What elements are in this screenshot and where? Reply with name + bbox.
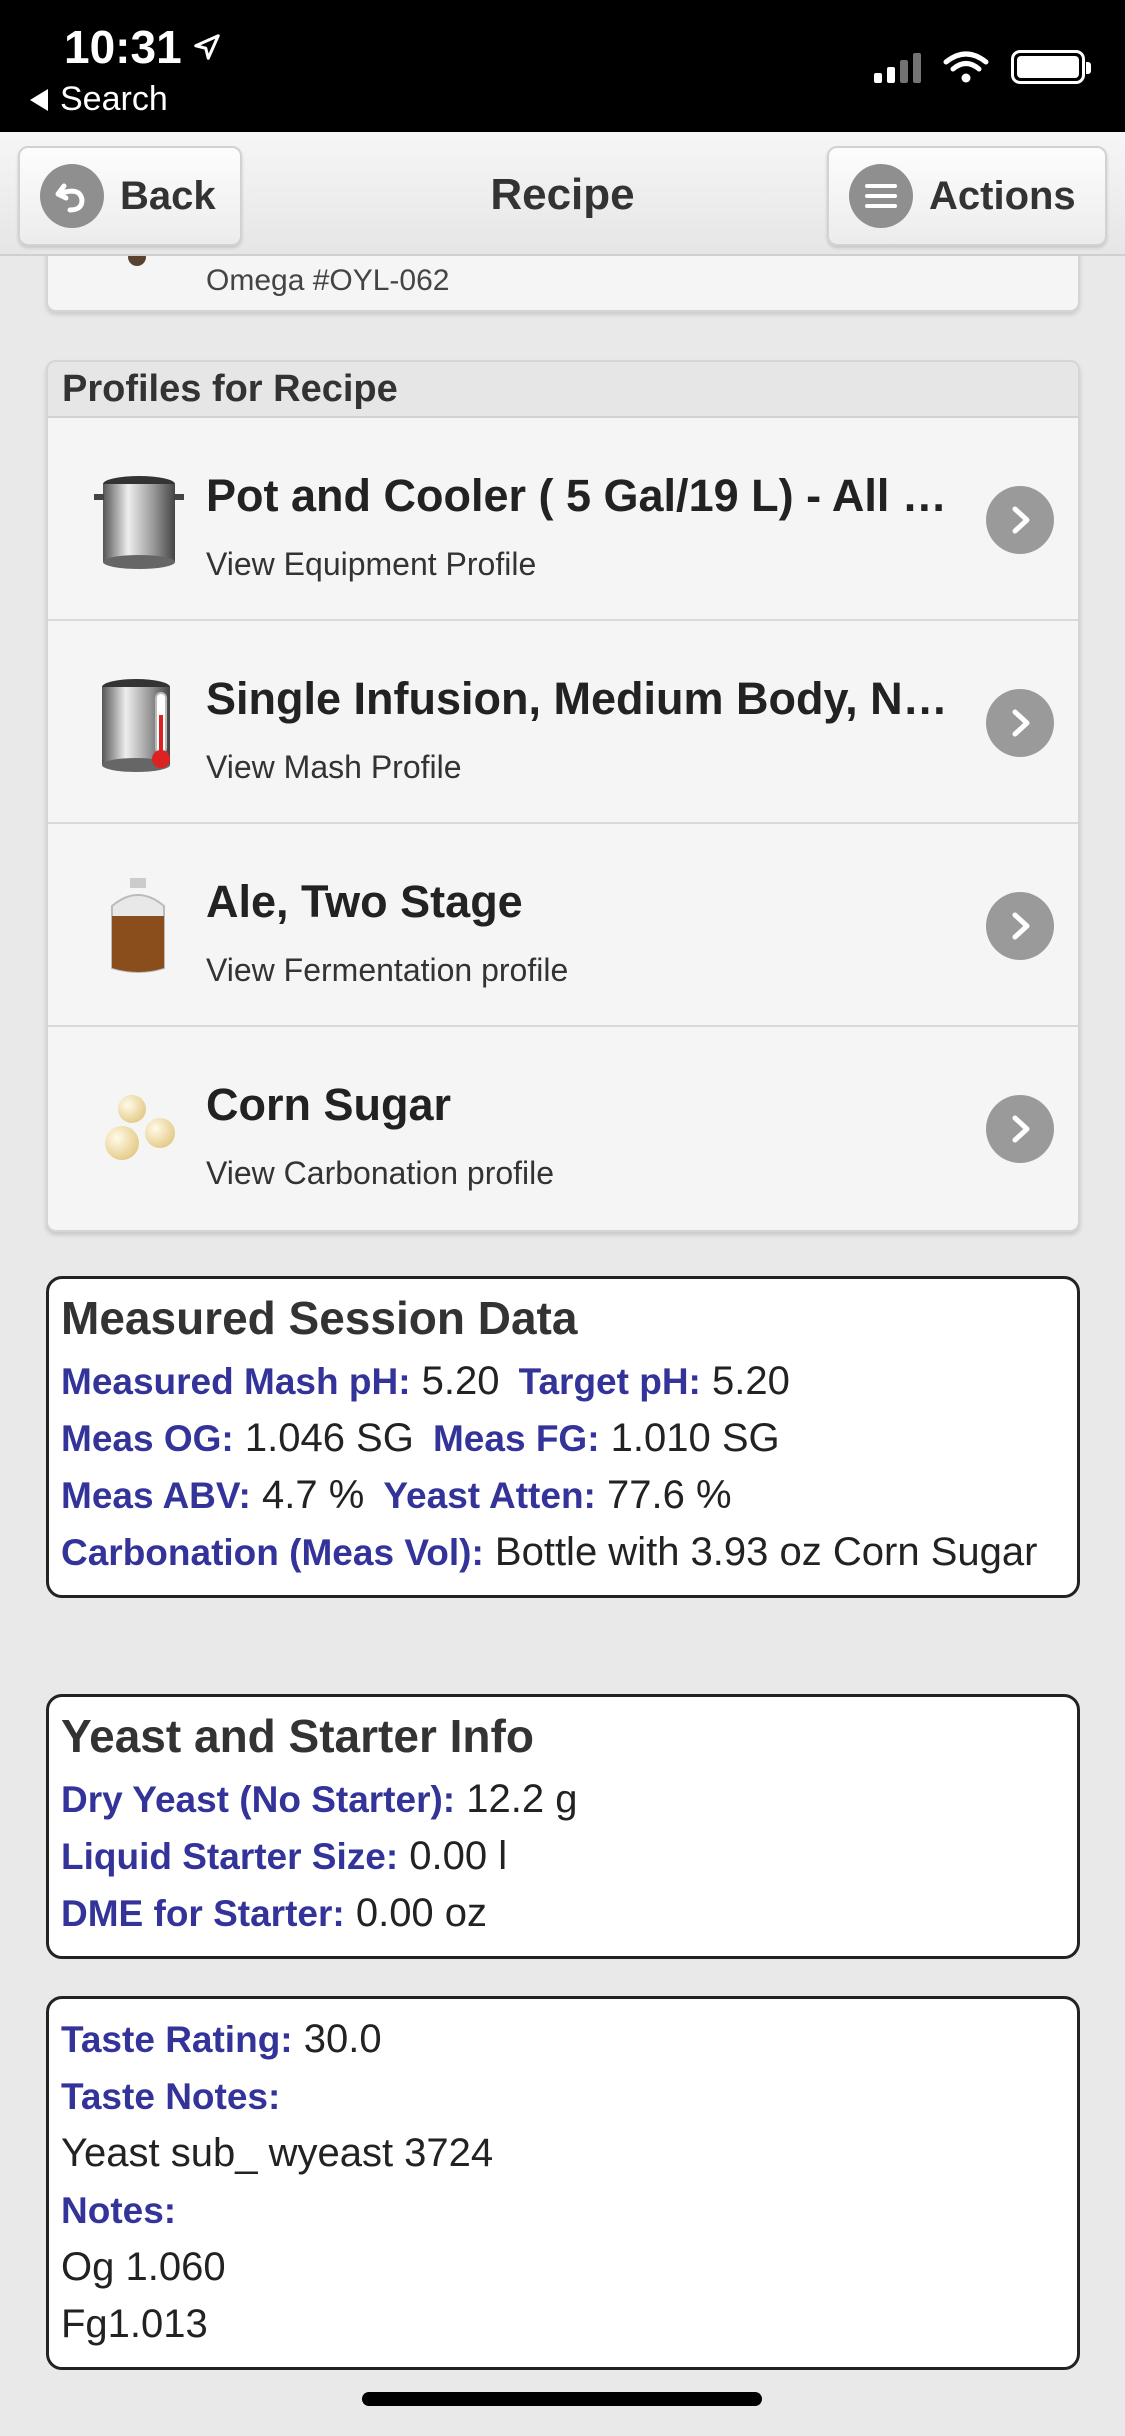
fermenter-icon bbox=[111, 878, 165, 973]
back-to-search[interactable]: Search bbox=[30, 80, 168, 119]
chevron-right-icon bbox=[986, 1095, 1054, 1163]
taste-notes-label-line: Taste Notes: bbox=[61, 2068, 1065, 2125]
profile-title: Corn Sugar bbox=[206, 1079, 452, 1130]
dry-yeast-value: 12.2 g bbox=[466, 1777, 578, 1821]
abv-line: Meas ABV: 4.7 % Yeast Atten: 77.6 % bbox=[61, 1467, 1065, 1524]
starter-size-line: Liquid Starter Size: 0.00 l bbox=[61, 1828, 1065, 1885]
abv-label: Meas ABV: bbox=[61, 1475, 251, 1516]
time-text: 10:31 bbox=[64, 21, 182, 73]
status-bar: 10:31 Search bbox=[0, 0, 1125, 132]
abv-value: 4.7 % bbox=[262, 1473, 365, 1517]
mash-ph-value: 5.20 bbox=[421, 1359, 500, 1403]
starter-size-value: 0.00 l bbox=[409, 1834, 508, 1878]
yeast-starter-box: Yeast and Starter Info Dry Yeast (No Sta… bbox=[46, 1694, 1080, 1959]
actions-button-label: Actions bbox=[929, 173, 1076, 218]
attenuation-label: Yeast Atten: bbox=[383, 1475, 596, 1516]
status-time: 10:31 bbox=[64, 20, 222, 74]
profile-subtitle: View Equipment Profile bbox=[206, 546, 537, 582]
dry-yeast-label: Dry Yeast (No Starter): bbox=[61, 1779, 456, 1820]
carbonation-line: Carbonation (Meas Vol): Bottle with 3.93… bbox=[61, 1524, 1065, 1581]
taste-rating-line: Taste Rating: 30.0 bbox=[61, 2011, 1065, 2068]
fg-label: Meas FG: bbox=[432, 1418, 600, 1459]
dry-yeast-line: Dry Yeast (No Starter): 12.2 g bbox=[61, 1771, 1065, 1828]
ph-line: Measured Mash pH: 5.20 Target pH: 5.20 bbox=[61, 1353, 1065, 1410]
chevron-right-icon bbox=[986, 689, 1054, 757]
measured-session-box: Measured Session Data Measured Mash pH: … bbox=[46, 1276, 1080, 1598]
carbonation-value: Bottle with 3.93 oz Corn Sugar bbox=[494, 1530, 1038, 1574]
yeast-heading: Yeast and Starter Info bbox=[61, 1710, 534, 1762]
notes-box: Taste Rating: 30.0 Taste Notes: Yeast su… bbox=[46, 1996, 1080, 2370]
target-ph-value: 5.20 bbox=[712, 1359, 790, 1403]
dme-line: DME for Starter: 0.00 oz bbox=[61, 1885, 1065, 1942]
back-to-search-label: Search bbox=[60, 80, 168, 118]
dme-label: DME for Starter: bbox=[61, 1893, 345, 1934]
notes-line-2: Fg1.013 bbox=[61, 2302, 208, 2346]
profile-title: Ale, Two Stage bbox=[206, 876, 523, 927]
profile-item-mash[interactable]: Single Infusion, Medium Body, N… View Ma… bbox=[48, 621, 1078, 824]
taste-notes-label: Taste Notes: bbox=[61, 2076, 281, 2117]
target-ph-label: Target pH: bbox=[518, 1361, 701, 1402]
notes-label: Notes: bbox=[61, 2190, 177, 2231]
taste-rating-value: 30.0 bbox=[303, 2017, 382, 2061]
profiles-heading: Profiles for Recipe bbox=[48, 362, 1078, 418]
wifi-icon bbox=[943, 51, 989, 83]
fg-value: 1.010 SG bbox=[610, 1416, 780, 1460]
cellular-signal-icon bbox=[874, 51, 921, 83]
profile-item-fermentation[interactable]: Ale, Two Stage View Fermentation profile bbox=[48, 824, 1078, 1027]
measured-heading: Measured Session Data bbox=[61, 1292, 578, 1344]
profile-title: Pot and Cooler ( 5 Gal/19 L) - All … bbox=[206, 470, 947, 521]
profile-item-carbonation[interactable]: Corn Sugar View Carbonation profile bbox=[48, 1027, 1078, 1230]
sugar-icon bbox=[105, 1095, 175, 1160]
mash-ph-label: Measured Mash pH: bbox=[61, 1361, 411, 1402]
status-icons bbox=[874, 50, 1091, 84]
starter-size-label: Liquid Starter Size: bbox=[61, 1836, 399, 1877]
og-label: Meas OG: bbox=[61, 1418, 234, 1459]
taste-notes-value: Yeast sub_ wyeast 3724 bbox=[61, 2131, 494, 2175]
mash-tun-icon bbox=[102, 679, 170, 772]
profile-subtitle: View Carbonation profile bbox=[206, 1155, 555, 1191]
chevron-right-icon bbox=[986, 892, 1054, 960]
app-header: Back Recipe Actions bbox=[0, 132, 1125, 256]
actions-button[interactable]: Actions bbox=[827, 146, 1107, 246]
profiles-panel: Profiles for Recipe Pot and Cooler ( 5 G… bbox=[46, 360, 1080, 1232]
carbonation-label: Carbonation (Meas Vol): bbox=[61, 1532, 484, 1573]
chevron-right-icon bbox=[986, 486, 1054, 554]
attenuation-value: 77.6 % bbox=[607, 1473, 732, 1517]
back-triangle-icon bbox=[30, 88, 48, 111]
profile-title: Single Infusion, Medium Body, N… bbox=[206, 673, 948, 724]
pot-icon bbox=[94, 476, 184, 569]
location-arrow-icon bbox=[193, 34, 220, 60]
battery-icon bbox=[1011, 50, 1091, 84]
gravity-line: Meas OG: 1.046 SG Meas FG: 1.010 SG bbox=[61, 1410, 1065, 1467]
profile-item-equipment[interactable]: Pot and Cooler ( 5 Gal/19 L) - All … Vie… bbox=[48, 418, 1078, 621]
previous-card-text: Omega #OYL-062 bbox=[206, 264, 450, 297]
home-indicator[interactable] bbox=[362, 2392, 762, 2406]
notes-line-1: Og 1.060 bbox=[61, 2245, 226, 2289]
profile-subtitle: View Mash Profile bbox=[206, 749, 462, 785]
profile-subtitle: View Fermentation profile bbox=[206, 952, 569, 988]
taste-rating-label: Taste Rating: bbox=[61, 2019, 293, 2060]
menu-icon bbox=[849, 164, 913, 228]
notes-label-line: Notes: bbox=[61, 2182, 1065, 2239]
dme-value: 0.00 oz bbox=[355, 1891, 488, 1935]
og-value: 1.046 SG bbox=[244, 1416, 414, 1460]
